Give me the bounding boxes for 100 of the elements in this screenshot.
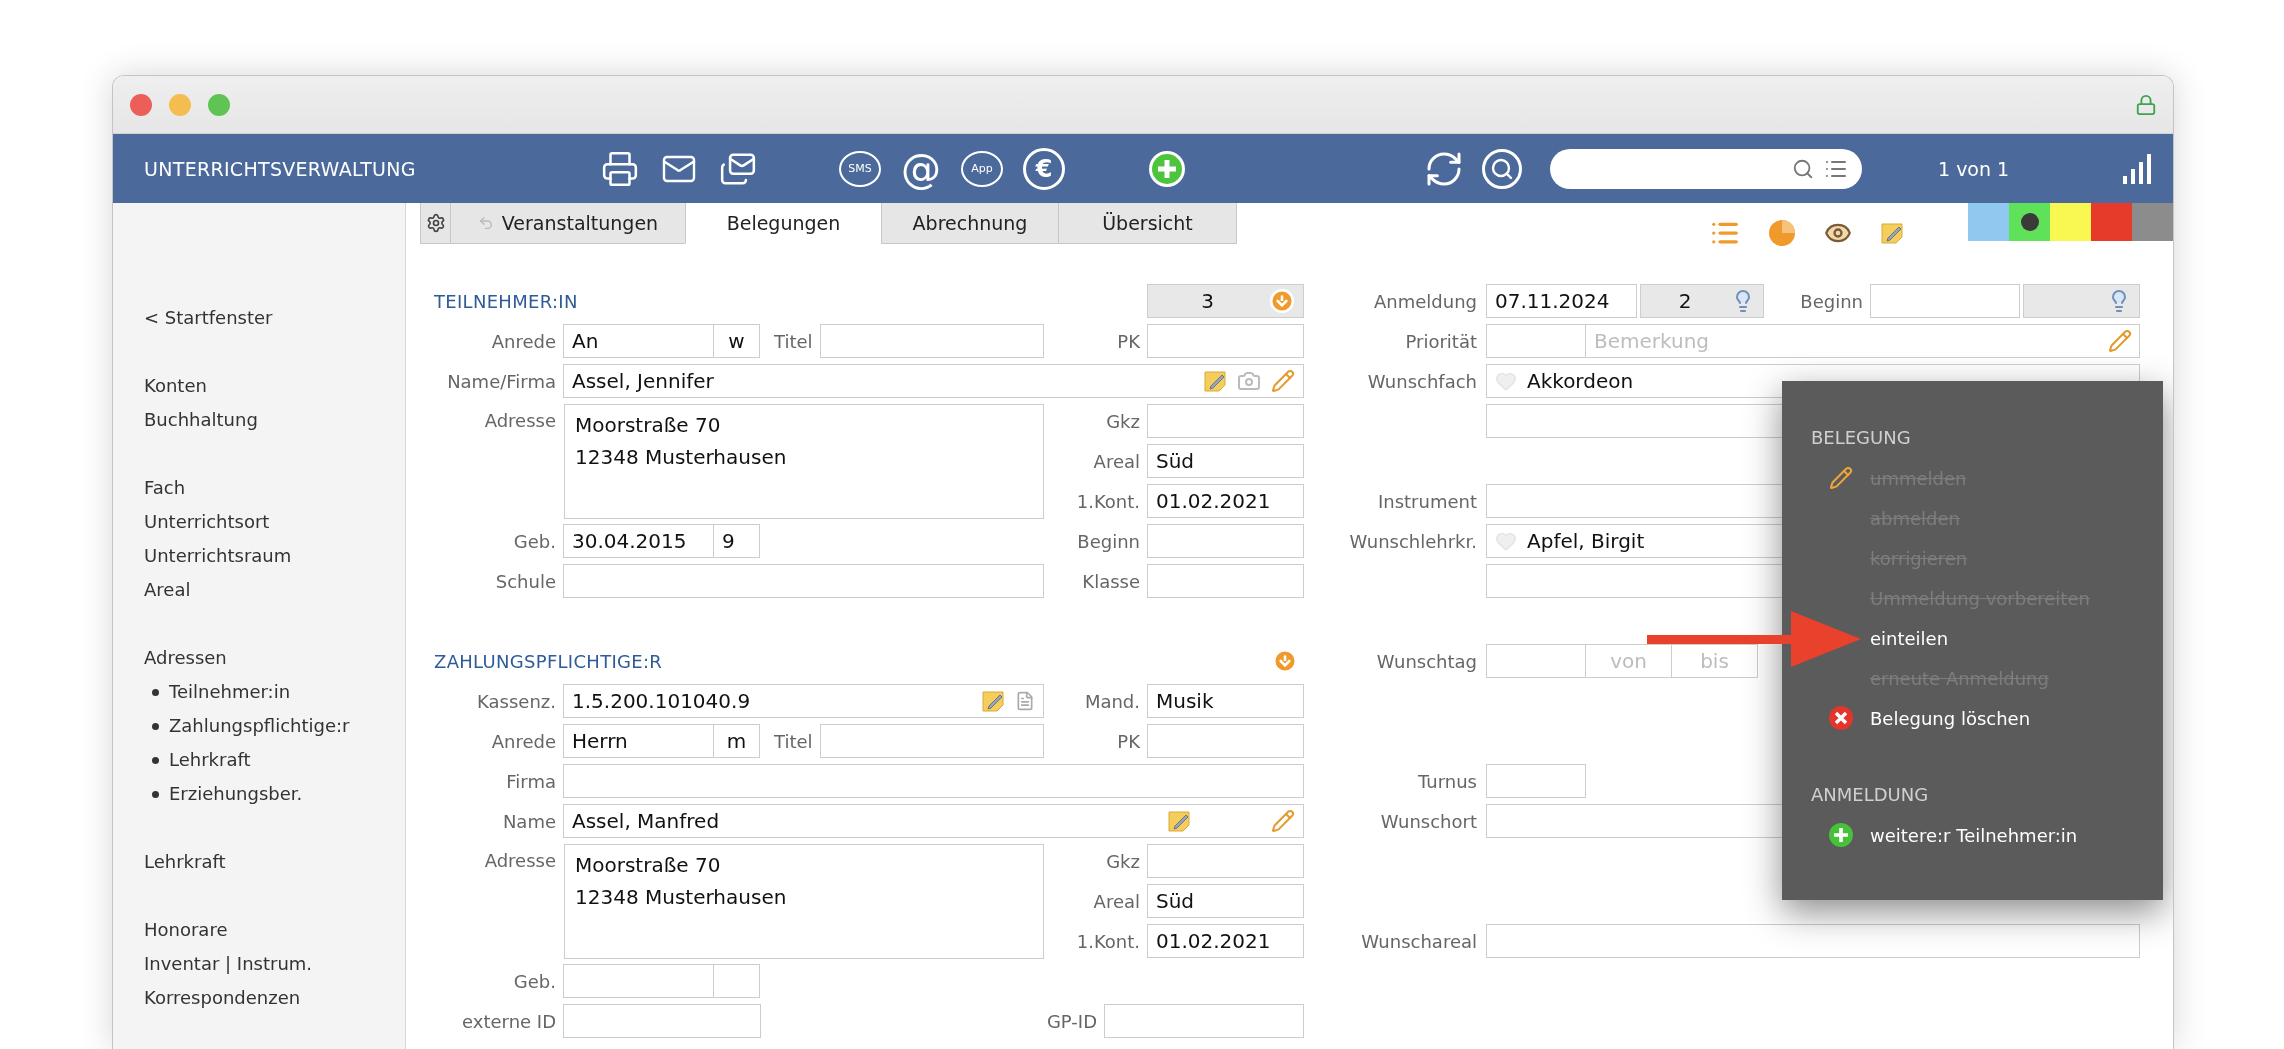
back-arrow-icon xyxy=(477,215,494,231)
close-button[interactable] xyxy=(130,93,152,116)
area-field[interactable] xyxy=(1486,924,2140,958)
pk-field[interactable] xyxy=(1147,324,1304,358)
sidebar-item[interactable]: Lehrkraft xyxy=(169,743,251,777)
sidebar-item[interactable]: < Startfenster xyxy=(144,301,405,335)
area-field[interactable]: Süd xyxy=(1147,444,1304,478)
pencil-icon[interactable] xyxy=(1271,369,1295,393)
start-field[interactable] xyxy=(1147,524,1304,558)
gp-id-field[interactable] xyxy=(1104,1004,1304,1038)
class-field[interactable] xyxy=(1147,564,1304,598)
heart-icon[interactable] xyxy=(1495,530,1517,552)
pencil-icon[interactable] xyxy=(1271,809,1295,833)
sidebar-item[interactable]: Honorare xyxy=(144,913,405,947)
sidebar-item[interactable]: Korrespondenzen xyxy=(144,981,405,1015)
age-field[interactable]: 9 xyxy=(713,524,760,558)
currency-button[interactable]: € xyxy=(1023,147,1065,190)
age-field[interactable] xyxy=(713,964,760,998)
gkz-field[interactable] xyxy=(1147,404,1304,438)
sidebar-item[interactable]: Unterrichtsort xyxy=(144,505,405,539)
birth-date-field[interactable] xyxy=(563,964,714,998)
gender-field[interactable]: m xyxy=(713,724,760,758)
company-field[interactable] xyxy=(563,764,1304,798)
search-icon[interactable] xyxy=(1792,157,1814,180)
note-icon[interactable] xyxy=(1203,369,1227,393)
remark-field[interactable]: Bemerkung xyxy=(1585,324,2140,358)
minimize-button[interactable] xyxy=(169,93,191,116)
menu-item[interactable]: einteilen xyxy=(1870,627,1949,649)
start-field[interactable] xyxy=(1870,284,2020,318)
salutation-field[interactable]: An xyxy=(563,324,714,358)
from-field[interactable]: von xyxy=(1585,644,1672,678)
cash-id-field[interactable]: 1.5.200.101040.9 xyxy=(563,684,1044,718)
hint-field[interactable] xyxy=(2023,284,2140,318)
zoom-button[interactable] xyxy=(208,93,230,116)
bullet-icon xyxy=(152,722,159,730)
title-field[interactable] xyxy=(819,324,1044,358)
note-icon[interactable] xyxy=(1880,220,1904,245)
area-field[interactable]: Süd xyxy=(1147,884,1304,918)
sidebar-item[interactable]: Inventar | Instrum. xyxy=(144,947,405,981)
sidebar-item[interactable]: Konten xyxy=(144,369,405,403)
gkz-field[interactable] xyxy=(1147,844,1304,878)
color-filter[interactable] xyxy=(2050,203,2091,241)
sidebar-item[interactable]: Zahlungspflichtige:r xyxy=(169,709,350,743)
color-filter[interactable] xyxy=(2132,203,2173,241)
sidebar-item[interactable]: Adressen xyxy=(144,641,405,675)
pie-chart-icon[interactable] xyxy=(1768,218,1796,247)
birth-date-field[interactable]: 30.04.2015 xyxy=(563,524,714,558)
note-icon[interactable] xyxy=(981,689,1005,713)
to-field[interactable]: bis xyxy=(1671,644,1758,678)
rhythm-field[interactable] xyxy=(1486,764,1586,798)
color-filter[interactable] xyxy=(1968,203,2009,241)
external-id-field[interactable] xyxy=(563,1004,761,1038)
sidebar-item[interactable]: Buchhaltung xyxy=(144,403,405,437)
settings-button[interactable] xyxy=(420,203,451,244)
registration-date-field[interactable]: 07.11.2024 xyxy=(1486,284,1637,318)
menu-item[interactable]: Belegung löschen xyxy=(1870,707,2031,729)
day-field[interactable] xyxy=(1486,644,1586,678)
bullet-icon xyxy=(152,756,159,764)
tab[interactable]: Veranstaltungen xyxy=(450,203,686,244)
add-icon[interactable] xyxy=(1147,148,1187,189)
sidebar-item[interactable]: Areal xyxy=(144,573,405,607)
email-button[interactable]: @ xyxy=(901,146,941,191)
tab[interactable]: Abrechnung xyxy=(881,203,1059,244)
search-field[interactable] xyxy=(1550,148,1862,189)
sidebar-item[interactable]: Erziehungsber. xyxy=(169,777,303,811)
address-field[interactable]: Moorstraße 70 12348 Musterhausen xyxy=(564,844,1044,959)
menu-item[interactable]: weitere:r Teilnehmer:in xyxy=(1870,824,2078,846)
heart-icon[interactable] xyxy=(1495,370,1517,392)
school-field[interactable] xyxy=(563,564,1044,598)
document-icon[interactable] xyxy=(1015,691,1035,711)
pk-field[interactable] xyxy=(1147,724,1304,758)
name-field[interactable]: Assel, Jennifer xyxy=(563,364,1304,398)
gender-field[interactable]: w xyxy=(713,324,760,358)
address-field[interactable]: Moorstraße 70 12348 Musterhausen xyxy=(564,404,1044,519)
sidebar-item[interactable]: Lehrkraft xyxy=(144,845,405,879)
gear-icon[interactable] xyxy=(425,213,446,233)
priority-field[interactable] xyxy=(1486,324,1586,358)
section-heading: ZAHLUNGSPFLICHTIGE:R xyxy=(433,650,664,672)
title-field[interactable] xyxy=(819,724,1044,758)
first-contact-field[interactable]: 01.02.2021 xyxy=(1147,924,1304,958)
sidebar-item[interactable]: Unterrichtsraum xyxy=(144,539,405,573)
search-button[interactable] xyxy=(1482,148,1522,189)
note-icon[interactable] xyxy=(1167,809,1191,833)
camera-icon[interactable] xyxy=(1237,369,1261,393)
first-contact-field[interactable]: 01.02.2021 xyxy=(1147,484,1304,518)
sidebar-item[interactable]: Fach xyxy=(144,471,405,505)
message-button[interactable]: SMS xyxy=(839,150,881,187)
sidebar-item[interactable]: Teilnehmer:in xyxy=(169,675,291,709)
tab[interactable]: Übersicht xyxy=(1058,203,1237,244)
printer-icon[interactable] xyxy=(601,149,639,188)
number-field[interactable]: 2 xyxy=(1640,284,1764,318)
salutation-field[interactable]: Herrn xyxy=(563,724,714,758)
color-filter[interactable] xyxy=(2009,203,2050,241)
search-icon[interactable] xyxy=(1490,156,1514,181)
pencil-icon[interactable] xyxy=(2108,329,2132,353)
color-filter[interactable] xyxy=(2091,203,2132,241)
message-button[interactable]: App xyxy=(961,150,1003,187)
number-field[interactable]: 3 xyxy=(1147,284,1304,318)
name-field[interactable]: Assel, Manfred xyxy=(563,804,1304,838)
mandant-field[interactable]: Musik xyxy=(1147,684,1304,718)
